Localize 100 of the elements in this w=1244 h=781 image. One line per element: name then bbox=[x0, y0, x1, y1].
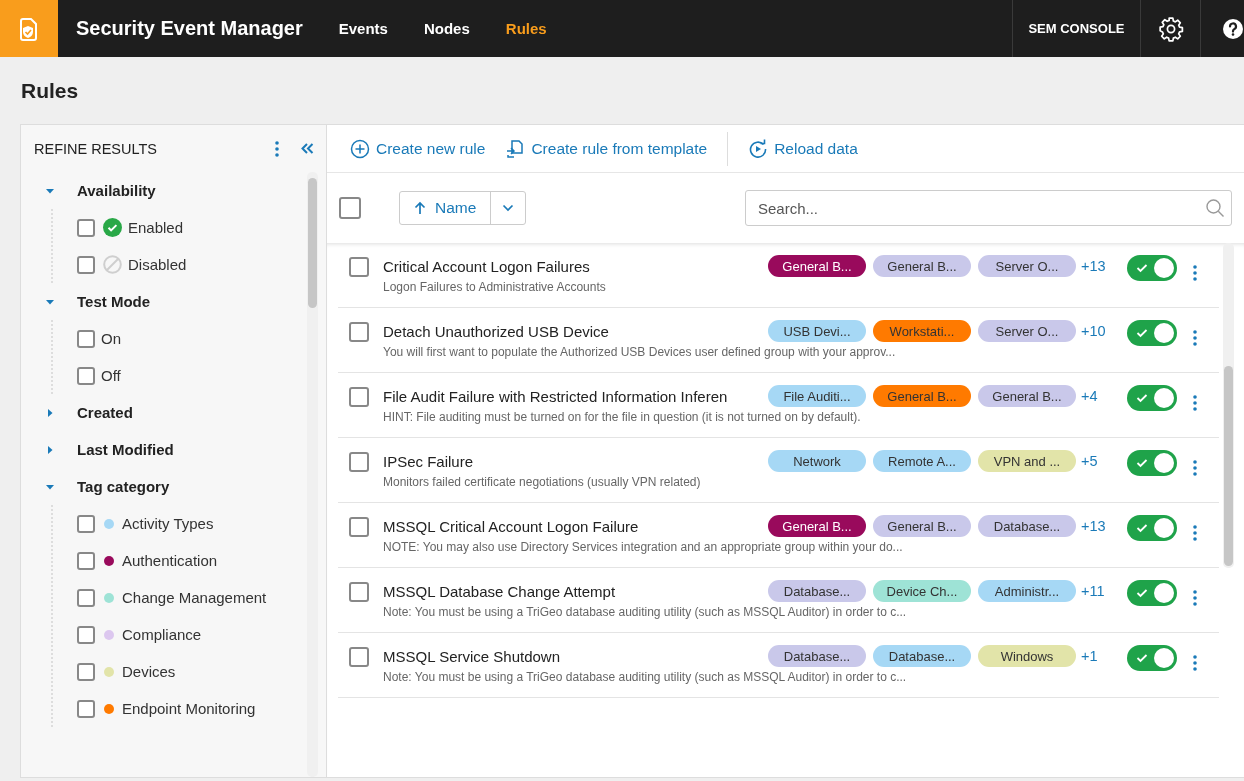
toggle-switch[interactable] bbox=[1127, 320, 1177, 346]
rule-row[interactable]: File Audit Failure with Restricted Information Inferen File Auditi... General B... General B... +4 HINT: File auditing must be turned on for the file in question (it is not turned on by default). bbox=[338, 373, 1219, 438]
tag-chip: Database... bbox=[978, 515, 1076, 537]
checkbox[interactable] bbox=[77, 551, 95, 570]
rule-row[interactable]: MSSQL Database Change Attempt Database... Device Ch... Administr... +11 Note: You must be using a TriGeo database auditing utility (such as MSSQL Auditor) in order to c... bbox=[338, 568, 1219, 633]
more-icon[interactable] bbox=[1193, 395, 1197, 411]
filter-group-label[interactable]: Test Mode bbox=[77, 293, 151, 310]
rule-description: You will first want to populate the Authorized USB Devices user defined group with your approv... bbox=[383, 345, 897, 359]
console-button[interactable]: SEM CONSOLE bbox=[1012, 0, 1140, 57]
more-icon[interactable] bbox=[1193, 460, 1197, 476]
checkbox[interactable] bbox=[77, 218, 95, 237]
row-checkbox[interactable] bbox=[349, 322, 369, 342]
rule-name[interactable]: MSSQL Database Change Attempt bbox=[383, 582, 616, 600]
row-checkbox[interactable] bbox=[349, 257, 369, 277]
filter-group-label[interactable]: Availability bbox=[77, 182, 156, 199]
more-tags-count[interactable]: +11 bbox=[1081, 583, 1113, 599]
caret-icon[interactable] bbox=[502, 204, 515, 212]
tag-chip: Device Ch... bbox=[873, 580, 971, 602]
nav-tab[interactable]: Nodes bbox=[423, 20, 470, 37]
checkbox[interactable] bbox=[77, 366, 95, 385]
checkbox[interactable] bbox=[77, 255, 95, 274]
tag-chip: USB Devi... bbox=[768, 320, 866, 342]
checkbox[interactable] bbox=[77, 514, 95, 533]
collapse-icon[interactable] bbox=[301, 143, 314, 154]
rule-row[interactable]: Critical Account Logon Failures General B... General B... Server O... +13 Logon Failures to Administrative Accounts bbox=[338, 243, 1219, 308]
check-icon bbox=[1136, 263, 1148, 273]
more-tags-count[interactable]: +13 bbox=[1081, 258, 1113, 274]
check-icon bbox=[1136, 328, 1148, 338]
rule-name[interactable]: Detach Unauthorized USB Device bbox=[383, 322, 609, 340]
more-tags-count[interactable]: +5 bbox=[1081, 453, 1113, 469]
rule-name[interactable]: File Audit Failure with Restricted Information Inferen bbox=[383, 387, 728, 405]
row-checkbox[interactable] bbox=[349, 517, 369, 537]
rule-name[interactable]: Critical Account Logon Failures bbox=[383, 257, 590, 275]
toggle-switch[interactable] bbox=[1127, 580, 1177, 606]
filter-option-label[interactable]: Compliance bbox=[122, 626, 202, 643]
template-button[interactable]: Create rule from template bbox=[505, 138, 708, 159]
tag-chip: Network bbox=[768, 450, 866, 472]
more-icon[interactable] bbox=[1193, 525, 1197, 541]
toggle-switch[interactable] bbox=[1127, 450, 1177, 476]
filter-option-label[interactable]: Off bbox=[101, 367, 121, 384]
reload-button[interactable]: Reload data bbox=[748, 138, 858, 159]
more-tags-count[interactable]: +10 bbox=[1081, 323, 1113, 339]
more-icon[interactable] bbox=[275, 140, 279, 157]
rule-row[interactable]: MSSQL Service Shutdown Database... Database... Windows +1 Note: You must be using a TriGeo database auditing utility (such as MSSQL Auditor) in order to c... bbox=[338, 633, 1219, 698]
more-icon[interactable] bbox=[1193, 330, 1197, 346]
caret-icon[interactable] bbox=[45, 444, 55, 455]
checkbox[interactable] bbox=[77, 699, 95, 718]
rule-name[interactable]: MSSQL Critical Account Logon Failure bbox=[383, 517, 639, 535]
select-all-checkbox[interactable] bbox=[339, 197, 361, 219]
toggle-switch[interactable] bbox=[1127, 255, 1177, 281]
search-icon[interactable] bbox=[1205, 198, 1225, 218]
create-rule-button[interactable]: Create new rule bbox=[350, 138, 486, 159]
row-checkbox[interactable] bbox=[349, 387, 369, 407]
page-title: Rules bbox=[20, 78, 79, 104]
filter-option-label[interactable]: On bbox=[101, 330, 121, 347]
more-tags-count[interactable]: +1 bbox=[1081, 648, 1113, 664]
search-field[interactable]: Search... bbox=[745, 190, 1232, 226]
tag-chip: General B... bbox=[768, 255, 866, 277]
more-icon[interactable] bbox=[1193, 265, 1197, 281]
filter-group-label[interactable]: Last Modified bbox=[77, 441, 174, 458]
filter-group-label[interactable]: Created bbox=[77, 404, 133, 421]
help-icon[interactable] bbox=[1200, 0, 1244, 57]
more-icon[interactable] bbox=[1193, 590, 1197, 606]
filter-option-label[interactable]: Change Management bbox=[122, 589, 267, 606]
checkbox[interactable] bbox=[77, 662, 95, 681]
tag-chip: General B... bbox=[873, 385, 971, 407]
caret-icon[interactable] bbox=[45, 407, 55, 418]
rule-row[interactable]: MSSQL Critical Account Logon Failure General B... General B... Database... +13 NOTE: You may also use Directory Services integration and an appropriate group within your do... bbox=[338, 503, 1219, 568]
logo-icon bbox=[0, 0, 58, 57]
nav-tab[interactable]: Rules bbox=[505, 20, 547, 37]
rule-name[interactable]: IPSec Failure bbox=[383, 452, 474, 470]
filter-option-label[interactable]: Activity Types bbox=[122, 515, 214, 532]
sort-button[interactable]: Name bbox=[399, 191, 527, 225]
scrollbar[interactable] bbox=[1223, 243, 1234, 568]
checkbox[interactable] bbox=[77, 625, 95, 644]
filter-option-label[interactable]: Disabled bbox=[128, 256, 187, 273]
row-checkbox[interactable] bbox=[349, 582, 369, 602]
filter-option-label[interactable]: Devices bbox=[122, 663, 176, 680]
checkbox[interactable] bbox=[77, 329, 95, 348]
row-checkbox[interactable] bbox=[349, 647, 369, 667]
toggle-switch[interactable] bbox=[1127, 385, 1177, 411]
filter-option-label[interactable]: Authentication bbox=[122, 552, 218, 569]
filter-option-label[interactable]: Endpoint Monitoring bbox=[122, 700, 256, 717]
more-tags-count[interactable]: +4 bbox=[1081, 388, 1113, 404]
rule-name[interactable]: MSSQL Service Shutdown bbox=[383, 647, 561, 665]
checkbox[interactable] bbox=[77, 588, 95, 607]
rule-description: Note: You must be using a TriGeo database auditing utility (such as MSSQL Auditor) in order to c... bbox=[383, 605, 908, 619]
nav-tab[interactable]: Events bbox=[338, 20, 388, 37]
app-title: Security Event Manager bbox=[76, 17, 303, 40]
toggle-switch[interactable] bbox=[1127, 515, 1177, 541]
scrollbar[interactable] bbox=[307, 172, 318, 777]
more-icon[interactable] bbox=[1193, 655, 1197, 671]
more-tags-count[interactable]: +13 bbox=[1081, 518, 1113, 534]
filter-group-label[interactable]: Tag category bbox=[77, 478, 170, 495]
rule-description: HINT: File auditing must be turned on for the file in question (it is not turned on by default). bbox=[383, 410, 862, 424]
rule-row[interactable]: IPSec Failure Network Remote A... VPN and ... +5 Monitors failed certificate negotiations (usually VPN related) bbox=[338, 438, 1219, 503]
filter-option-label[interactable]: Enabled bbox=[128, 219, 184, 236]
row-checkbox[interactable] bbox=[349, 452, 369, 472]
rule-row[interactable]: Detach Unauthorized USB Device USB Devi... Workstati... Server O... +10 You will first want to populate the Authorized USB Devices user defined group with your approv... bbox=[338, 308, 1219, 373]
toggle-switch[interactable] bbox=[1127, 645, 1177, 671]
